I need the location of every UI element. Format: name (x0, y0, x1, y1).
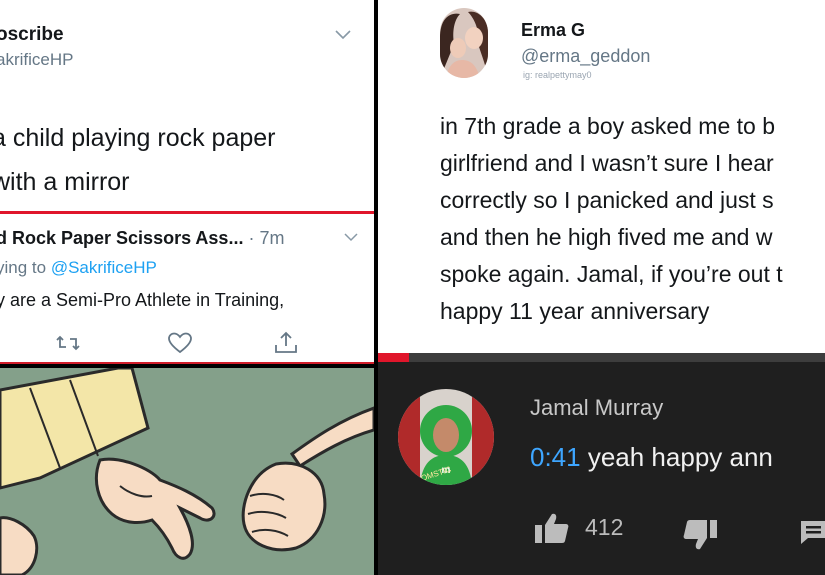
replying-to-mention[interactable]: @SakrificeHP (51, 258, 157, 277)
tweet-text-line: and then he high fived me and w (440, 224, 773, 250)
tweet-text-line: with a mirror (0, 168, 130, 196)
share-icon[interactable] (273, 331, 299, 355)
tweet-author-name[interactable]: oscribe (0, 24, 64, 46)
highlight-divider (0, 362, 374, 364)
tweet-reply-screenshot: oscribe akrificeHP a child playing rock … (0, 0, 374, 364)
tweet-author-handle[interactable]: akrificeHP (0, 50, 73, 70)
tweet-text-line: in 7th grade a boy asked me to b (440, 113, 775, 139)
rock-paper-scissors-illustration (0, 368, 374, 575)
reply-comment-icon[interactable] (798, 518, 825, 546)
like-icon[interactable] (167, 331, 193, 355)
highlight-divider (0, 211, 374, 214)
tweet-text-line: spoke again. Jamal, if you’re out t (440, 261, 783, 287)
reply-text: y are a Semi-Pro Athlete in Training, (0, 290, 285, 310)
commenter-name[interactable]: Jamal Murray (530, 395, 663, 421)
comment-body: yeah happy ann (580, 442, 773, 472)
video-progress-fill (378, 353, 410, 362)
tweet-text-line: a child playing rock paper (0, 124, 276, 152)
replying-to: ying to @SakrificeHP (0, 258, 157, 278)
instagram-caption: ig: realpettymay0 (523, 70, 592, 80)
commenter-avatar[interactable]: m OMSTIC (398, 389, 494, 485)
tweet-text-line: happy 11 year anniversary (440, 298, 710, 324)
like-count: 412 (585, 514, 624, 540)
video-progress-bar[interactable] (378, 353, 825, 362)
tweet-author-name[interactable]: Erma G (521, 20, 585, 41)
tweet-text: in 7th grade a boy asked me to b girlfri… (440, 108, 825, 330)
retweet-icon[interactable] (55, 331, 81, 355)
tweet-text-line: correctly so I panicked and just s (440, 187, 774, 213)
thumbs-down-icon[interactable] (682, 519, 718, 551)
replying-to-prefix: ying to (0, 258, 51, 277)
chevron-down-icon[interactable] (334, 28, 352, 40)
tweet-text-line: girlfriend and I wasn’t sure I hear (440, 150, 774, 176)
profile-avatar[interactable] (440, 8, 488, 78)
cartoon-hands-image (0, 368, 374, 575)
reply-time: · 7m (243, 228, 285, 248)
tweet-screenshot: Erma G @erma_geddon ig: realpettymay0 in… (378, 0, 825, 356)
tweet-author-handle[interactable]: @erma_geddon (521, 46, 650, 67)
chevron-down-icon[interactable] (344, 232, 358, 242)
reply-account-name[interactable]: d Rock Paper Scissors Ass... (0, 228, 243, 248)
tweet-text: a child playing rock paper with a mirror (0, 116, 372, 204)
comment-text: 0:41 yeah happy ann (530, 442, 773, 473)
comment-timestamp-link[interactable]: 0:41 (530, 442, 581, 472)
reply-header: d Rock Paper Scissors Ass... · 7m (0, 228, 284, 249)
thumbs-up-icon[interactable] (534, 512, 570, 544)
youtube-comment: m OMSTIC Jamal Murray 0:41 yeah happy an… (378, 362, 825, 575)
